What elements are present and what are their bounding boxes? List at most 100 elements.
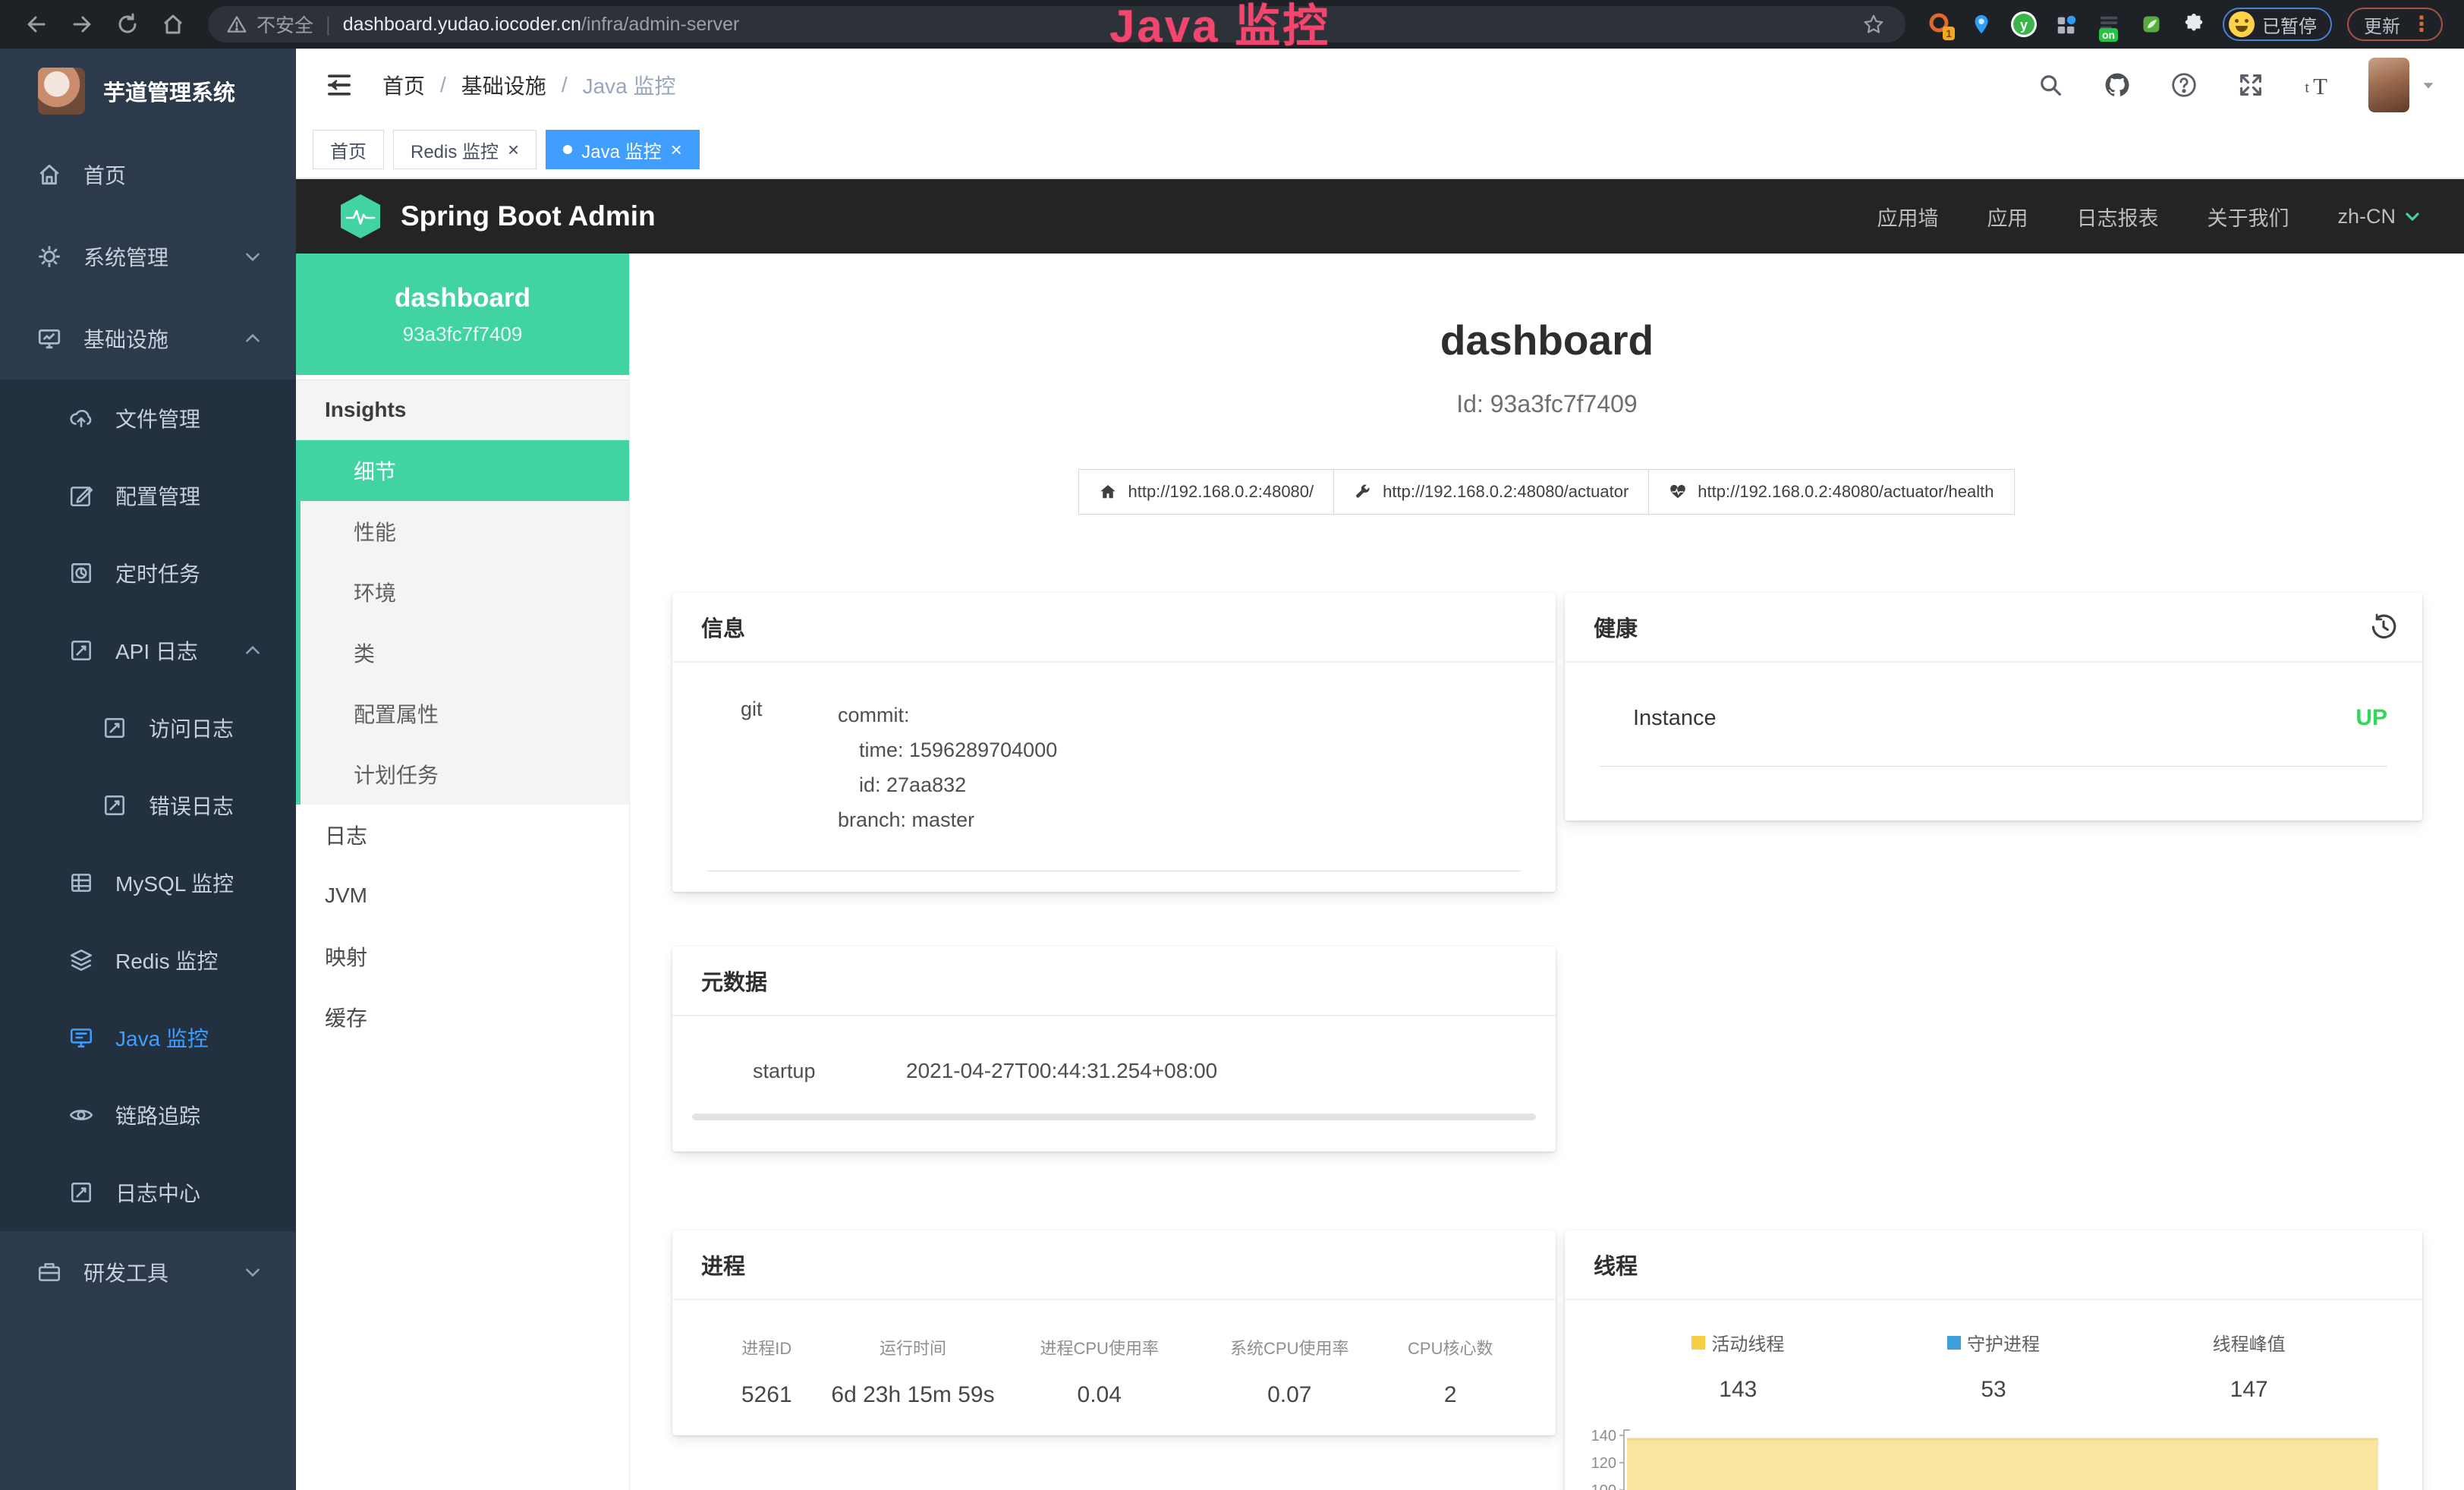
instance-health-link[interactable]: http://192.168.0.2:48080/actuator/health [1648,469,2014,515]
sba-menu-jvm[interactable]: JVM [296,865,629,926]
sidebar-item-mysql-monitor[interactable]: MySQL 监控 [0,844,296,921]
page-instance-id: Id: 93a3fc7f7409 [630,390,2464,418]
job-icon [68,560,94,586]
instance-actuator-link[interactable]: http://192.168.0.2:48080/actuator [1333,469,1649,515]
sba-menu-details[interactable]: 细节 [296,440,629,501]
sba-menu-caches[interactable]: 缓存 [296,987,629,1047]
extension-grid-icon[interactable] [2052,10,2081,39]
sba-menu-logs[interactable]: 日志 [296,805,629,865]
sba-menu-environment[interactable]: 环境 [301,562,629,622]
threads-legend-row: 活动线程 143 守护进程 53 线程峰值 147 [1565,1300,2422,1403]
metadata-startup-row: startup 2021-04-27T00:44:31.254+08:00 [707,1059,1521,1083]
fold-sidebar-icon[interactable] [323,69,355,101]
sba-nav: 应用墙 应用 日志报表 关于我们 zh-CN [1877,202,2422,232]
more-menu-icon[interactable]: ⋮ [2411,14,2432,35]
instance-id: 93a3fc7f7409 [403,323,523,346]
app-logo [38,68,85,115]
metadata-card-title: 元数据 [672,947,1556,1016]
home-icon [1099,483,1117,501]
tab-java-monitor[interactable]: Java 监控 × [546,130,700,169]
sba-nav-wallboard[interactable]: 应用墙 [1877,202,1938,232]
star-icon[interactable] [1860,11,1887,38]
sba-instance-header[interactable]: dashboard 93a3fc7f7409 [296,254,629,375]
sba-menu-section-insights[interactable]: Insights [296,380,629,440]
sidebar-item-scheduled-jobs[interactable]: 定时任务 [0,534,296,612]
log-icon [102,715,127,741]
avatar[interactable] [2368,58,2409,112]
y-tick-120: 120 [1591,1455,1616,1472]
puzzle-icon[interactable] [2179,10,2208,39]
url-path[interactable]: /infra/admin-server [581,14,739,36]
monitor-icon [36,326,62,351]
sba-menu-config-props[interactable]: 配置属性 [301,683,629,744]
profile-chip[interactable]: 已暂停 [2223,8,2332,41]
sidebar-item-infrastructure[interactable]: 基础设施 [0,298,296,380]
process-stat: 进程CPU使用率 0.04 [1004,1335,1194,1408]
sidebar-item-dev-tools[interactable]: 研发工具 [0,1231,296,1313]
instance-home-link[interactable]: http://192.168.0.2:48080/ [1078,469,1334,515]
address-bar[interactable]: 不安全 | dashboard.yudao.iocoder.cn /infra/… [208,6,1905,43]
breadcrumb-infrastructure[interactable]: 基础设施 [461,70,546,100]
security-label[interactable]: 不安全 [256,11,313,38]
sidebar-item-tracing[interactable]: 链路追踪 [0,1076,296,1154]
sba-menu-scheduled-tasks[interactable]: 计划任务 [301,744,629,805]
threads-stat-live: 活动线程 143 [1610,1329,1866,1403]
process-card: 进程 进程ID 5261 运行时间 6d 23h 15m 59s 进程CPU使用… [672,1230,1556,1435]
fullscreen-icon[interactable] [2235,69,2267,101]
extension-switch-icon[interactable]: on [2094,10,2123,39]
gear-icon [36,244,62,269]
font-size-icon[interactable]: tT [2302,69,2333,101]
sidebar-item-file-manage[interactable]: 文件管理 [0,380,296,457]
extension-colorpicker-icon[interactable]: 1 [1924,10,1953,39]
y-tick-100: 100 [1591,1482,1616,1490]
search-icon[interactable] [2034,69,2066,101]
sba-language-select[interactable]: zh-CN [2337,205,2422,228]
sidebar-item-error-log[interactable]: 错误日志 [0,767,296,844]
sidebar-item-access-log[interactable]: 访问日志 [0,689,296,767]
history-icon[interactable] [2369,613,2398,641]
tab-home[interactable]: 首页 [313,130,384,169]
process-card-title: 进程 [672,1230,1556,1300]
sba-content: dashboard Id: 93a3fc7f7409 http://192.16… [630,254,2464,1490]
health-card-title: 健康 [1594,611,1638,643]
sba-nav-about[interactable]: 关于我们 [2207,202,2289,232]
update-button[interactable]: 更新 ⋮ [2347,8,2443,41]
sba-menu-metrics[interactable]: 性能 [301,501,629,562]
close-icon[interactable]: × [508,140,519,159]
threads-stat-peak: 线程峰值 147 [2121,1329,2377,1403]
extension-y-icon[interactable]: y [2009,10,2038,39]
horizontal-scrollbar[interactable] [692,1114,1536,1120]
url-host[interactable]: dashboard.yudao.iocoder.cn [343,14,581,36]
caret-down-icon[interactable] [2420,77,2437,93]
info-card-title: 信息 [672,593,1556,663]
back-icon[interactable] [23,11,50,38]
sidebar-item-log-center[interactable]: 日志中心 [0,1154,296,1231]
extension-pin-icon[interactable] [1967,10,1996,39]
home-icon[interactable] [159,11,187,38]
github-icon[interactable] [2101,69,2133,101]
sidebar-item-java-monitor[interactable]: Java 监控 [0,999,296,1076]
sba-menu-mappings[interactable]: 映射 [296,926,629,987]
svg-text:T: T [2313,73,2327,99]
extension-leaf-icon[interactable] [2137,10,2166,39]
tab-redis-monitor[interactable]: Redis 监控 × [393,130,537,169]
sidebar-item-home[interactable]: 首页 [0,134,296,216]
help-icon[interactable] [2168,69,2200,101]
sba-nav-journal[interactable]: 日志报表 [2076,202,2158,232]
sidebar-item-system[interactable]: 系统管理 [0,216,296,298]
forward-icon[interactable] [68,11,96,38]
cloud-upload-icon [68,405,94,431]
sidebar-item-config-manage[interactable]: 配置管理 [0,457,296,534]
sba-brand[interactable]: Spring Boot Admin [338,193,656,240]
sba-menu-classes[interactable]: 类 [301,622,629,683]
database-icon [68,870,94,896]
tab-bar: 首页 Redis 监控 × Java 监控 × [296,121,2464,179]
sba-nav-applications[interactable]: 应用 [1987,202,2028,232]
reload-icon[interactable] [114,11,141,38]
sidebar-item-api-log[interactable]: API 日志 [0,612,296,689]
close-icon[interactable]: × [671,140,682,159]
app-logo-row[interactable]: 芋道管理系统 [0,49,296,134]
sidebar-item-redis-monitor[interactable]: Redis 监控 [0,921,296,999]
log-icon [68,1180,94,1205]
breadcrumb-home[interactable]: 首页 [382,70,425,100]
